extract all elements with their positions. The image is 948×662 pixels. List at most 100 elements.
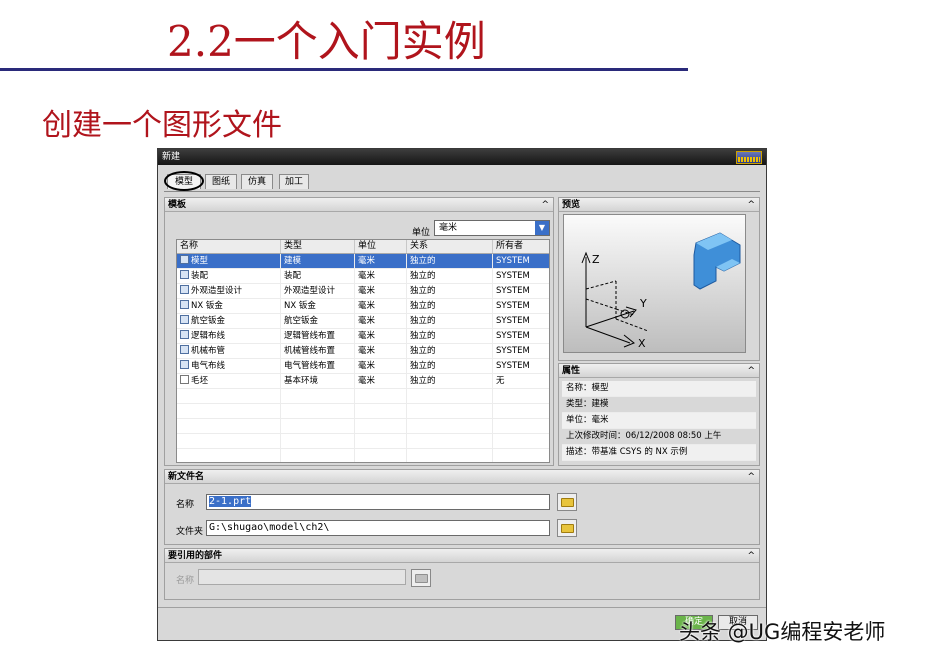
browse-folder-button[interactable] [557, 519, 577, 537]
folder-icon [415, 574, 428, 583]
csys-preview-graphic: Z Y X [581, 232, 741, 350]
dialog-titlebar: 新建 [158, 149, 766, 165]
browse-referenced-button[interactable] [411, 569, 431, 587]
empty-cell [407, 419, 493, 434]
collapse-icon[interactable]: ^ [747, 364, 755, 378]
collapse-icon[interactable]: ^ [541, 198, 549, 212]
template-icon [180, 345, 189, 354]
ref-name-label: 名称 [176, 576, 195, 586]
properties-panel: 属性 ^ 名称：模型 类型：建模 单位：毫米 上次修改时间：06/12/2008… [558, 363, 760, 466]
new-filename-header[interactable]: 新文件名 ^ [165, 470, 759, 484]
cell-unit: 毫米 [355, 299, 407, 314]
empty-cell [493, 404, 549, 419]
cell-type: 外观造型设计 [281, 284, 355, 299]
cell-type: 建模 [281, 254, 355, 269]
column-header[interactable]: 所有者 [493, 240, 549, 253]
table-row[interactable]: 机械布管 机械管线布置 毫米 独立的 SYSTEM [177, 344, 549, 359]
template-icon [180, 375, 189, 384]
cell-name: 外观造型设计 [177, 284, 281, 299]
axis-x-label: X [638, 337, 646, 350]
empty-row [177, 404, 549, 419]
cell-unit: 毫米 [355, 359, 407, 374]
table-row[interactable]: 装配 装配 毫米 独立的 SYSTEM [177, 269, 549, 284]
template-header[interactable]: 模板 ^ [165, 198, 553, 212]
cell-name: 航空钣金 [177, 314, 281, 329]
template-icon [180, 315, 189, 324]
tab-manufacturing[interactable]: 加工 [279, 174, 309, 189]
cell-unit: 毫米 [355, 254, 407, 269]
axis-z-label: Z [592, 253, 600, 266]
cell-type: 逻辑管线布置 [281, 329, 355, 344]
table-row[interactable]: 模型 建模 毫米 独立的 SYSTEM [177, 254, 549, 269]
collapse-icon[interactable]: ^ [747, 549, 755, 563]
table-row[interactable]: 电气布线 电气管线布置 毫米 独立的 SYSTEM [177, 359, 549, 374]
filename-input[interactable]: 2-1.prt [206, 494, 550, 510]
empty-cell [355, 434, 407, 449]
cell-type: NX 钣金 [281, 299, 355, 314]
preview-image: Z Y X [563, 214, 746, 353]
button-divider [158, 607, 766, 608]
dropdown-arrow-icon[interactable]: ▼ [535, 221, 549, 235]
cell-unit: 毫米 [355, 374, 407, 389]
cell-relation: 独立的 [407, 269, 493, 284]
property-description: 描述：带基准 CSYS 的 NX 示例 [562, 445, 756, 461]
template-icon [180, 270, 189, 279]
empty-cell [177, 419, 281, 434]
table-row[interactable]: 逻辑布线 逻辑管线布置 毫米 独立的 SYSTEM [177, 329, 549, 344]
cell-unit: 毫米 [355, 329, 407, 344]
tab-model[interactable]: 模型 [167, 174, 201, 189]
cell-unit: 毫米 [355, 269, 407, 284]
cell-type: 航空钣金 [281, 314, 355, 329]
cell-relation: 独立的 [407, 284, 493, 299]
browse-name-button[interactable] [557, 493, 577, 511]
table-row[interactable]: 航空钣金 航空钣金 毫米 独立的 SYSTEM [177, 314, 549, 329]
empty-cell [281, 419, 355, 434]
folder-input[interactable]: G:\shugao\model\ch2\ [206, 520, 550, 536]
cell-unit: 毫米 [355, 284, 407, 299]
cell-unit: 毫米 [355, 314, 407, 329]
tab-divider [164, 191, 760, 192]
property-type: 类型：建模 [562, 397, 756, 413]
cell-owner: SYSTEM [493, 329, 549, 344]
column-header[interactable]: 名称 [177, 240, 281, 253]
slide-title: 2.2一个入门实例 [167, 17, 486, 66]
empty-cell [177, 434, 281, 449]
filename-value: 2-1.prt [209, 496, 252, 507]
cell-type: 基本环境 [281, 374, 355, 389]
template-icon [180, 285, 189, 294]
collapse-icon[interactable]: ^ [747, 198, 755, 212]
template-icon [180, 300, 189, 309]
cell-name: 毛坯 [177, 374, 281, 389]
tab-simulation[interactable]: 仿真 [241, 174, 273, 189]
empty-cell [407, 389, 493, 404]
referenced-name-input[interactable] [198, 569, 406, 585]
empty-cell [281, 389, 355, 404]
referenced-parts-header[interactable]: 要引用的部件 ^ [165, 549, 759, 563]
empty-cell [493, 389, 549, 404]
cell-owner: SYSTEM [493, 359, 549, 374]
cell-type: 装配 [281, 269, 355, 284]
table-row[interactable]: NX 钣金 NX 钣金 毫米 独立的 SYSTEM [177, 299, 549, 314]
collapse-icon[interactable]: ^ [747, 470, 755, 484]
table-row[interactable]: 外观造型设计 外观造型设计 毫米 独立的 SYSTEM [177, 284, 549, 299]
column-header[interactable]: 类型 [281, 240, 355, 253]
empty-cell [355, 404, 407, 419]
table-row[interactable]: 毛坯 基本环境 毫米 独立的无 [177, 374, 549, 389]
cell-relation: 独立的 [407, 344, 493, 359]
empty-cell [177, 404, 281, 419]
tab-drawing[interactable]: 图纸 [205, 174, 237, 189]
empty-row [177, 389, 549, 404]
preview-header[interactable]: 预览 ^ [559, 198, 759, 212]
unit-label: 单位 [412, 228, 431, 238]
empty-row [177, 449, 549, 462]
title-underline [0, 68, 688, 71]
cell-relation: 独立的 [407, 254, 493, 269]
unit-select[interactable]: 毫米 ▼ [434, 220, 550, 236]
properties-header[interactable]: 属性 ^ [559, 364, 759, 378]
column-header[interactable]: 关系 [407, 240, 493, 253]
csys-axes-icon [581, 251, 649, 348]
empty-cell [281, 434, 355, 449]
part-logo-icon [693, 232, 741, 290]
watermark: 头条 @UG编程安老师 [679, 620, 886, 644]
column-header[interactable]: 单位 [355, 240, 407, 253]
